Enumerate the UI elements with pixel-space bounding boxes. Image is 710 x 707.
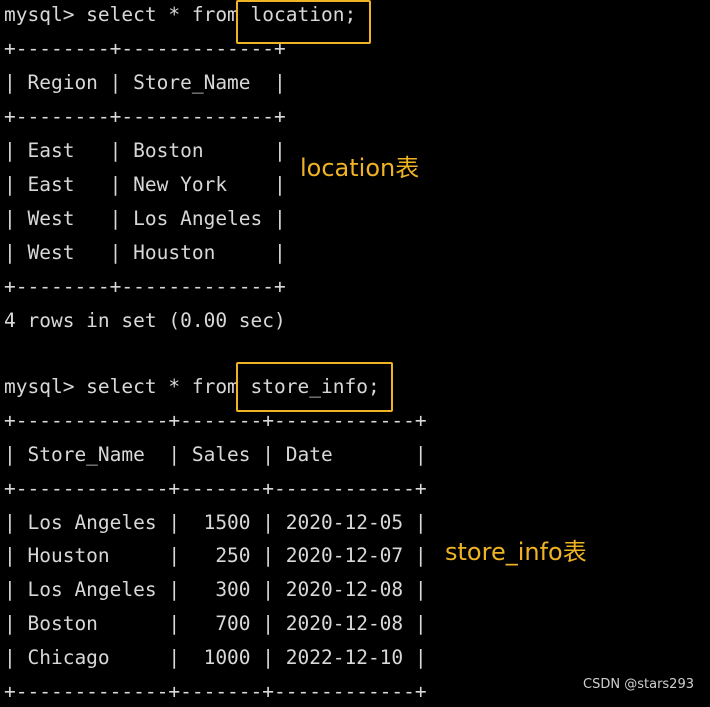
- highlight-box-store-info: [236, 362, 393, 412]
- table-row: | Los Angeles | 1500 | 2020-12-05 |: [4, 511, 427, 534]
- table-border: +-------------+-------+------------+: [4, 680, 427, 703]
- table-row: | Chicago | 1000 | 2022-12-10 |: [4, 646, 427, 669]
- table-row: | East | Boston |: [4, 139, 286, 162]
- table-row: | East | New York |: [4, 173, 286, 196]
- table-header-row: | Region | Store_Name |: [4, 71, 286, 94]
- table-row: | Boston | 700 | 2020-12-08 |: [4, 612, 427, 635]
- table-border: +--------+-------------+: [4, 275, 286, 298]
- highlight-box-location: [236, 0, 371, 44]
- table-row: | West | Los Angeles |: [4, 207, 286, 230]
- table-border: +--------+-------------+: [4, 105, 286, 128]
- watermark: CSDN @stars293: [583, 677, 694, 692]
- annotation-store-info-table: store_info表: [445, 538, 587, 566]
- table-border: +-------------+-------+------------+: [4, 477, 427, 500]
- table-header-row: | Store_Name | Sales | Date |: [4, 443, 427, 466]
- table-row: | West | Houston |: [4, 241, 286, 264]
- result-summary: 4 rows in set (0.00 sec): [4, 309, 286, 332]
- table-row: | Los Angeles | 300 | 2020-12-08 |: [4, 578, 427, 601]
- annotation-location-table: location表: [300, 154, 420, 182]
- table-row: | Houston | 250 | 2020-12-07 |: [4, 544, 427, 567]
